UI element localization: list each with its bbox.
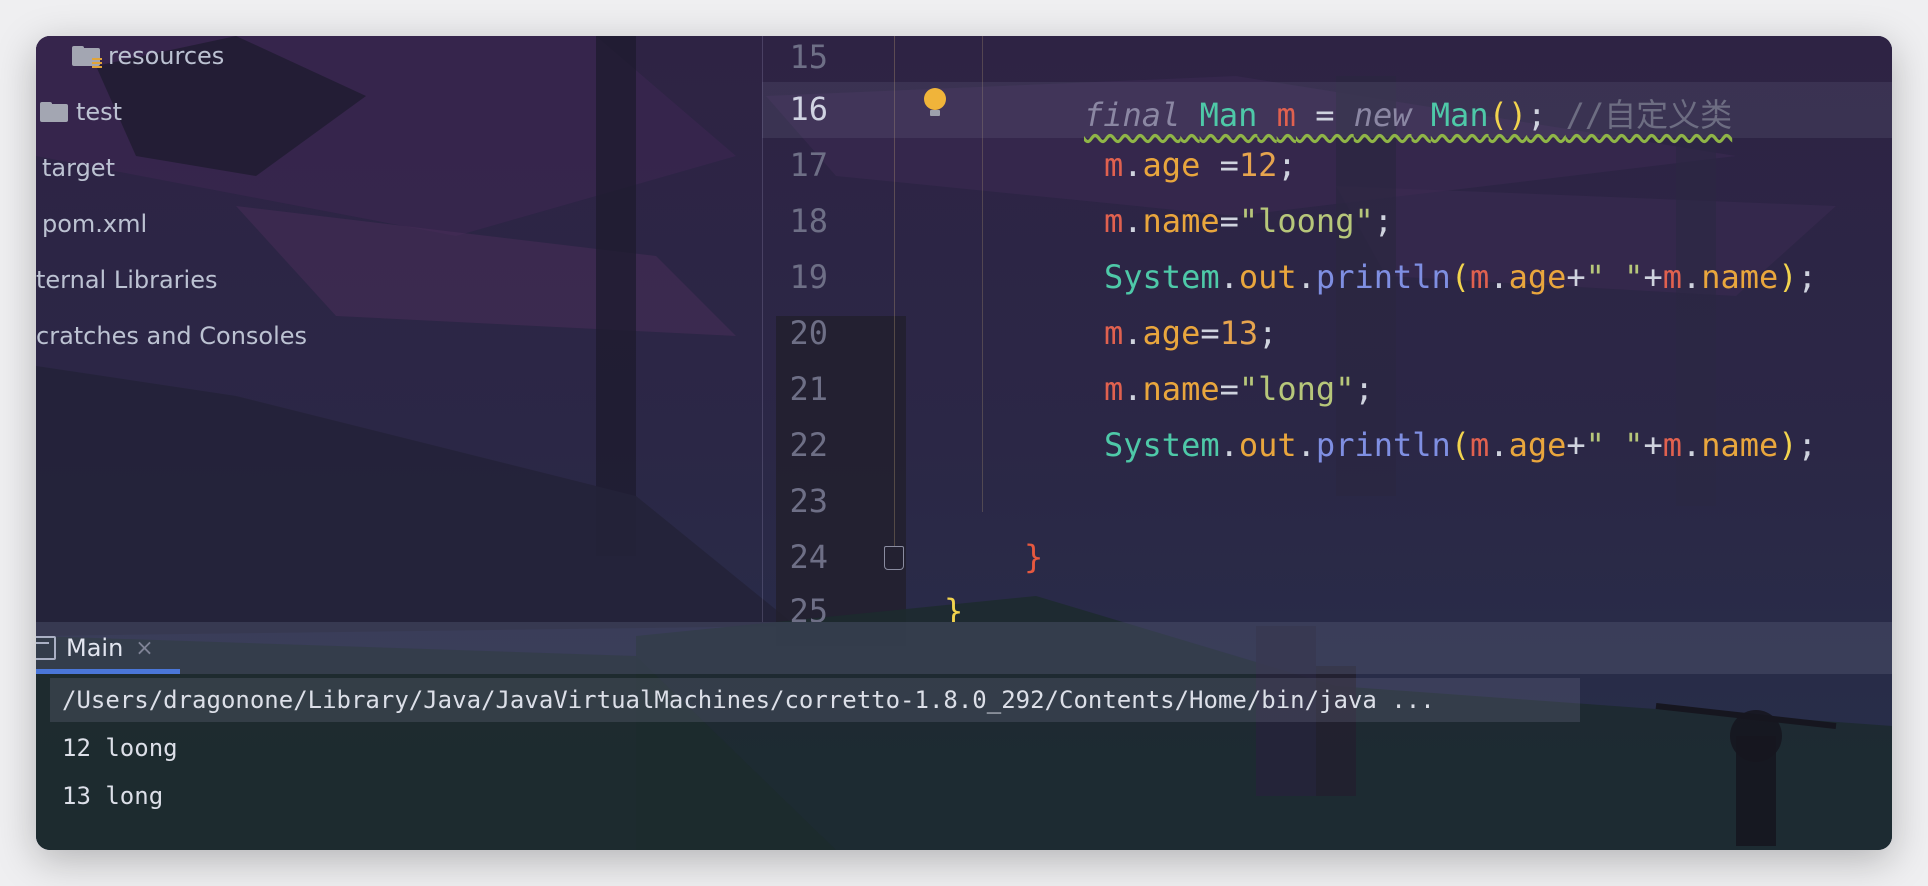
tree-item-test[interactable]: test xyxy=(40,92,122,132)
close-icon[interactable]: × xyxy=(135,636,153,661)
closing-brace[interactable]: } xyxy=(944,592,963,622)
run-panel-header: Main × xyxy=(36,622,1892,674)
code-line-24[interactable]: 24 } xyxy=(762,530,1892,586)
tree-item-target[interactable]: target xyxy=(42,148,115,188)
tree-item-label: resources xyxy=(108,42,225,70)
code-line-18[interactable]: 18 m.name="loong"; xyxy=(762,194,1892,250)
code-line-21[interactable]: 21 m.name="long"; xyxy=(762,362,1892,418)
line-number: 23 xyxy=(789,482,828,520)
console-line: 12 loong xyxy=(62,734,178,762)
code-line-25[interactable]: 25 } xyxy=(762,584,1892,622)
code-text[interactable]: m.age=13; xyxy=(1104,314,1277,352)
tree-item-label: target xyxy=(42,154,115,182)
code-line-23[interactable]: 23 xyxy=(762,474,1892,530)
tree-item-label: test xyxy=(76,98,123,126)
tree-item-scratches-and-consoles[interactable]: cratches and Consoles xyxy=(36,316,307,356)
line-number: 16 xyxy=(789,90,828,128)
tree-item-label: cratches and Consoles xyxy=(36,322,308,350)
code-text[interactable]: System.out.println(m.age+" "+m.name); xyxy=(1104,426,1817,464)
code-text[interactable]: m.name="long"; xyxy=(1104,370,1374,408)
run-tab-main[interactable]: Main × xyxy=(36,622,180,674)
line-number: 19 xyxy=(789,258,828,296)
console-icon xyxy=(36,636,56,660)
fold-icon[interactable] xyxy=(884,546,904,570)
code-text[interactable]: System.out.println(m.age+" "+m.name); xyxy=(1104,258,1817,296)
ide-window: resources test target pom.xml ternal Lib… xyxy=(36,36,1892,850)
code-line-20[interactable]: 20 m.age=13; xyxy=(762,306,1892,362)
code-text[interactable]: m.age =12; xyxy=(1104,146,1297,184)
line-number: 25 xyxy=(789,592,828,622)
code-line-19[interactable]: 19 System.out.println(m.age+" "+m.name); xyxy=(762,250,1892,306)
console-line: /Users/dragonone/Library/Java/JavaVirtua… xyxy=(62,686,1435,714)
lightbulb-icon[interactable] xyxy=(924,88,946,120)
code-text[interactable]: m.name="loong"; xyxy=(1104,202,1393,240)
folder-icon xyxy=(40,102,68,122)
line-number: 18 xyxy=(789,202,828,240)
closing-brace[interactable]: } xyxy=(1024,538,1043,576)
code-line-17[interactable]: 17 m.age =12; xyxy=(762,138,1892,194)
line-number: 21 xyxy=(789,370,828,408)
project-tree: resources test target pom.xml ternal Lib… xyxy=(36,36,762,622)
tree-item-label: pom.xml xyxy=(42,210,148,238)
line-number: 22 xyxy=(789,426,828,464)
code-text[interactable]: final Man m = new Man(); //自定义类 xyxy=(1084,90,1732,136)
tree-item-pom-xml[interactable]: pom.xml xyxy=(42,204,147,244)
run-tab-label: Main xyxy=(66,634,124,662)
line-number: 24 xyxy=(789,538,828,576)
tree-item-resources[interactable]: resources xyxy=(72,36,224,76)
console-line: 13 long xyxy=(62,782,164,810)
tree-item-external-libraries[interactable]: ternal Libraries xyxy=(36,260,218,300)
line-number: 17 xyxy=(789,146,828,184)
code-line-15[interactable]: 15 xyxy=(762,36,1892,86)
line-number: 15 xyxy=(789,38,828,76)
console-output[interactable]: /Users/dragonone/Library/Java/JavaVirtua… xyxy=(36,674,1892,850)
tree-item-label: ternal Libraries xyxy=(36,266,218,294)
code-line-22[interactable]: 22 System.out.println(m.age+" "+m.name); xyxy=(762,418,1892,474)
resources-folder-icon xyxy=(72,46,102,68)
line-number: 20 xyxy=(789,314,828,352)
